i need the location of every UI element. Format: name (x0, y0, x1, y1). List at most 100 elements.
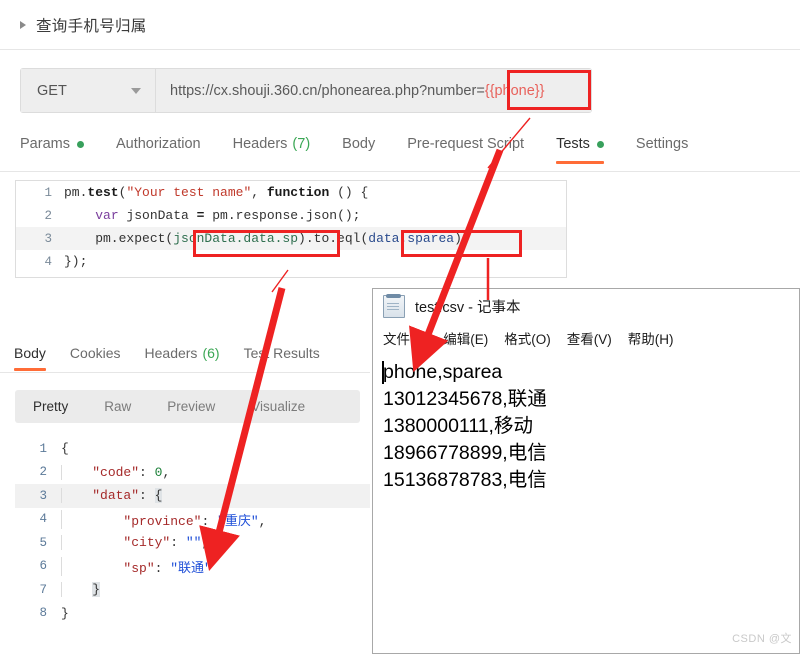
subtab-preview[interactable]: Preview (149, 399, 233, 414)
tab-headers-label: Headers (232, 136, 288, 152)
subtab-pretty[interactable]: Pretty (15, 399, 86, 414)
body-text: { (61, 441, 69, 457)
response-tab-body-label: Body (14, 345, 46, 361)
csv-line: 15136878783,电信 (383, 469, 547, 491)
tab-settings[interactable]: Settings (636, 131, 688, 163)
response-tab-cookies[interactable]: Cookies (70, 340, 121, 370)
csv-line: 18966778899,电信 (383, 442, 547, 464)
body-line: 4 "province": "重庆", (15, 508, 370, 532)
watermark: CSDN @文 (732, 633, 792, 645)
status-dot (76, 140, 84, 148)
body-text: } (61, 582, 101, 598)
menu-view[interactable]: 查看(V) (567, 328, 612, 348)
body-text: "data": { (61, 488, 163, 504)
body-text: "city": "", (61, 535, 209, 551)
tab-pre-request-script-label: Pre-request Script (407, 136, 525, 152)
response-body-viewer[interactable]: 1 { 2 "code": 0, 3 "data": { 4 "province… (15, 437, 370, 627)
code-text: pm.expect(jsonData.data.sp).to.eql(data.… (64, 231, 470, 246)
code-line: 2 var jsonData = pm.response.json(); (16, 204, 566, 227)
line-number: 4 (44, 254, 52, 269)
url-input[interactable]: https://cx.shouji.360.cn/phonearea.php?n… (156, 69, 591, 112)
tab-authorization-label: Authorization (115, 136, 201, 152)
tab-body[interactable]: Body (342, 131, 375, 163)
line-number: 7 (39, 582, 47, 597)
line-number: 1 (39, 441, 47, 456)
tab-settings-label: Settings (635, 136, 689, 152)
response-tab-headers[interactable]: Headers (6) (145, 340, 220, 370)
tab-body-label: Body (342, 136, 376, 152)
tab-authorization[interactable]: Authorization (116, 131, 201, 163)
code-text: var jsonData = pm.response.json(); (95, 208, 361, 223)
notepad-menu-bar: 文件(F) 编辑(E) 格式(O) 查看(V) 帮助(H) (373, 323, 799, 353)
line-number: 8 (39, 606, 47, 621)
chevron-down-icon (131, 87, 141, 94)
body-line: 5 "city": "", (15, 531, 370, 555)
tab-tests[interactable]: Tests (556, 131, 604, 164)
body-line: 8 } (15, 602, 370, 626)
url-variable-text: {{phone}} (484, 82, 545, 99)
subtab-raw[interactable]: Raw (86, 399, 149, 414)
body-text: "sp": "联通" (61, 556, 212, 576)
body-line: 2 "code": 0, (15, 461, 370, 485)
response-tab-test-results-label: Test Results (243, 345, 320, 361)
notepad-title-text: test.csv - 记事本 (415, 299, 521, 316)
body-line-active: 3 "data": { (15, 484, 370, 508)
body-line: 1 { (15, 437, 370, 461)
body-line: 7 } (15, 578, 370, 602)
request-tab-bar: Params Authorization Headers (7) Body Pr… (0, 131, 800, 172)
body-text: } (61, 605, 69, 621)
notepad-icon (383, 293, 405, 318)
response-tab-headers-count: (6) (202, 345, 220, 361)
notepad-title-bar: test.csv - 记事本 (373, 289, 799, 323)
tab-params-label: Params (20, 136, 70, 152)
line-number: 5 (39, 535, 47, 550)
notepad-text-area[interactable]: phone,sparea 13012345678,联通 1380000111,移… (373, 353, 799, 494)
body-text: "code": 0, (61, 464, 170, 480)
line-number: 3 (44, 231, 52, 246)
menu-format[interactable]: 格式(O) (504, 328, 551, 348)
code-line-active: 3 pm.expect(jsonData.data.sp).to.eql(dat… (16, 227, 566, 250)
subtab-visualize[interactable]: Visualize (233, 399, 323, 414)
tab-pre-request-script[interactable]: Pre-request Script (407, 131, 524, 163)
request-header: 查询手机号归属 (0, 0, 800, 50)
http-method-label: GET (37, 82, 67, 99)
line-number: 3 (39, 488, 47, 503)
code-text: pm.test("Your test name", function () { (64, 185, 369, 200)
menu-file[interactable]: 文件(F) (383, 328, 427, 348)
body-text: "province": "重庆", (61, 509, 266, 529)
response-tab-test-results[interactable]: Test Results (244, 340, 320, 370)
tab-headers[interactable]: Headers (7) (233, 131, 311, 163)
body-line: 6 "sp": "联通" (15, 555, 370, 579)
tab-tests-label: Tests (556, 136, 590, 152)
notepad-window[interactable]: test.csv - 记事本 文件(F) 编辑(E) 格式(O) 查看(V) 帮… (372, 288, 800, 654)
response-tab-divider (0, 372, 370, 373)
url-bar: GET https://cx.shouji.360.cn/phonearea.p… (20, 68, 592, 113)
menu-help[interactable]: 帮助(H) (628, 328, 674, 348)
url-base-text: https://cx.shouji.360.cn/phonearea.php?n… (170, 82, 485, 99)
code-line: 1 pm.test("Your test name", function () … (16, 181, 566, 204)
tests-script-editor[interactable]: 1 pm.test("Your test name", function () … (15, 180, 567, 278)
menu-edit[interactable]: 编辑(E) (443, 328, 488, 348)
line-number: 4 (39, 512, 47, 527)
code-text: }); (64, 254, 88, 269)
csv-line: phone,sparea (383, 361, 503, 383)
text-caret (382, 361, 384, 384)
line-number: 1 (44, 185, 52, 200)
status-dot (596, 140, 604, 148)
request-title: 查询手机号归属 (36, 17, 147, 35)
line-number: 2 (44, 208, 52, 223)
response-tab-headers-label: Headers (144, 345, 198, 361)
screenshot-root: 查询手机号归属 GET https://cx.shouji.360.cn/pho… (0, 0, 800, 654)
response-format-toolbar: Pretty Raw Preview Visualize (15, 390, 360, 423)
code-line: 4 }); (16, 250, 566, 273)
line-number: 6 (39, 559, 47, 574)
line-number: 2 (39, 465, 47, 480)
http-method-select[interactable]: GET (21, 69, 156, 112)
response-tab-cookies-label: Cookies (69, 345, 121, 361)
csv-line: 13012345678,联通 (383, 388, 547, 410)
csv-line: 1380000111,移动 (383, 415, 533, 437)
tab-headers-count: (7) (292, 136, 311, 152)
response-tab-body[interactable]: Body (14, 340, 46, 371)
tab-params[interactable]: Params (20, 131, 84, 163)
triangle-right-icon[interactable] (20, 20, 26, 29)
